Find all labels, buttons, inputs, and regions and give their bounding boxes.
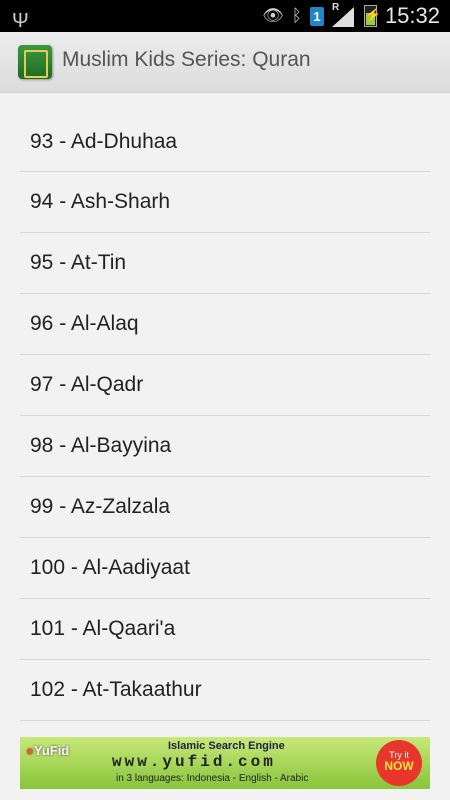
surah-list-item[interactable]: 97 - Al-Qadr <box>20 355 430 416</box>
status-icons: 👁 ᛒ 1 R ⚡ 15:32 <box>262 0 440 32</box>
ad-tagline: Islamic Search Engine <box>168 740 285 752</box>
surah-list-item[interactable]: 102 - At-Takaathur <box>20 660 430 721</box>
ad-url: www.yufid.com <box>112 753 276 771</box>
quran-book-icon[interactable] <box>18 45 52 79</box>
surah-list-item[interactable]: 99 - Az-Zalzala <box>20 477 430 538</box>
status-bar: Ψ 👁 ᛒ 1 R ⚡ 15:32 <box>0 0 450 32</box>
battery-charging-icon: ⚡ <box>363 5 381 27</box>
surah-list-item[interactable]: 94 - Ash-Sharh <box>20 172 430 233</box>
ad-languages: in 3 languages: Indonesia - English - Ar… <box>116 773 309 784</box>
ad-brand-logo: ●YuFid <box>26 743 70 758</box>
surah-list-item[interactable]: 93 - Ad-Dhuhaa <box>20 112 430 172</box>
clock: 15:32 <box>384 3 440 28</box>
surah-list-item[interactable]: 100 - Al-Aadiyaat <box>20 538 430 599</box>
eye-icon: 👁 <box>262 6 284 25</box>
surah-list-item[interactable]: 101 - Al-Qaari'a <box>20 599 430 660</box>
surah-list-item[interactable]: 95 - At-Tin <box>20 233 430 294</box>
surah-list-item[interactable]: 98 - Al-Bayyina <box>20 416 430 477</box>
action-bar: Muslim Kids Series: Quran <box>0 32 450 93</box>
ad-banner[interactable]: ●YuFid Islamic Search Engine www.yufid.c… <box>20 737 430 789</box>
surah-list-item[interactable]: 96 - Al-Alaq <box>20 294 430 355</box>
surah-list: 93 - Ad-Dhuhaa 94 - Ash-Sharh 95 - At-Ti… <box>20 112 430 721</box>
signal-icon: R <box>331 2 356 27</box>
ad-try-now-badge[interactable]: Try it NOW <box>376 740 422 786</box>
sim-icon: 1 <box>309 6 324 26</box>
app-title: Muslim Kids Series: Quran <box>62 48 311 71</box>
bluetooth-icon: ᛒ <box>291 6 302 25</box>
